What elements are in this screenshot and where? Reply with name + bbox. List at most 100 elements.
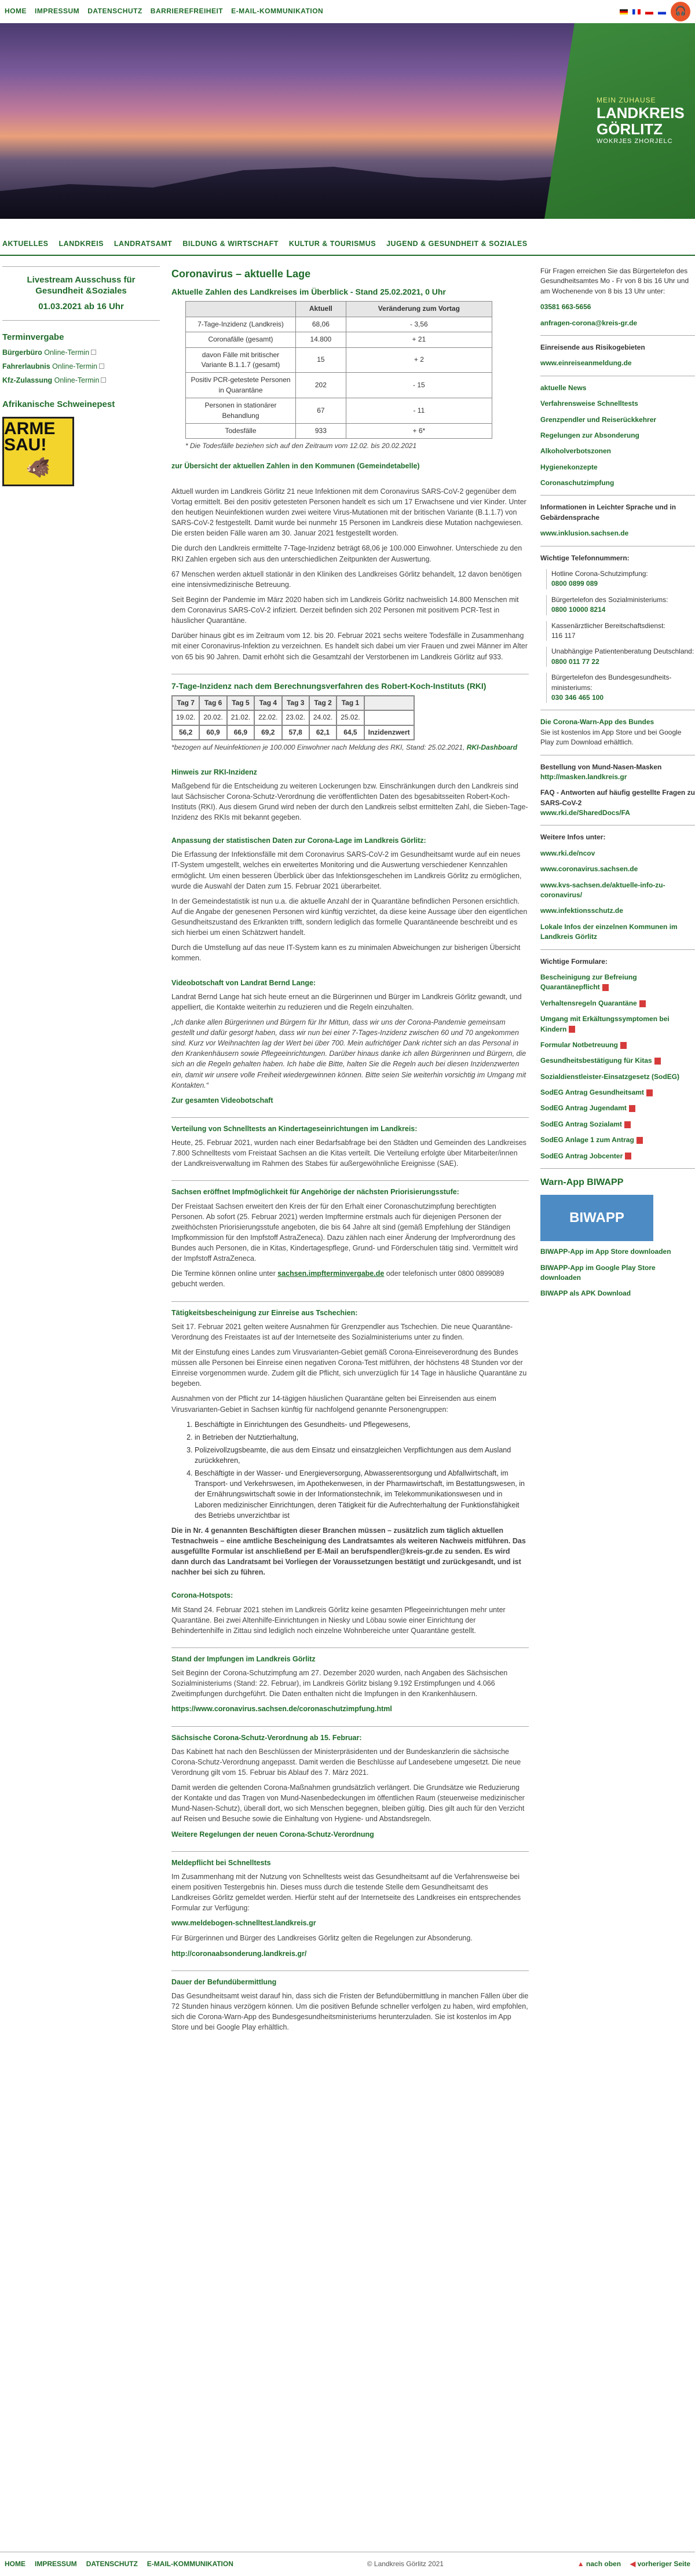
flag-pl-icon[interactable] [645,9,653,14]
hotline-text: Für Fragen erreichen Sie das Bürgertelef… [540,267,689,295]
link-coronavirus-sachsen[interactable]: www.coronavirus.sachsen.de [540,864,695,874]
para: Seit Beginn der Corona-Schutzimpfung am … [171,1669,508,1698]
termin-buergerbuero[interactable]: Bürgerbüro Online-Termin [2,347,160,358]
para: Aktuell wurden im Landkreis Görlitz 21 n… [171,487,526,538]
phone-number[interactable]: 03581 663-5656 [540,303,591,311]
statistik-heading: Anpassung der statistischen Daten zur Co… [171,836,426,845]
link-kvs[interactable]: www.kvs-sachsen.de/aktuelle-info-zu-coro… [540,880,695,901]
para: 67 Menschen werden aktuell stationär in … [171,570,522,589]
livestream-box[interactable]: Livestream Ausschuss für Gesundheit &Soz… [2,266,160,321]
link-news[interactable]: aktuelle News [540,383,695,393]
pdf-icon [624,1121,631,1128]
flag-cz-icon[interactable] [658,9,666,14]
flag-de-icon[interactable] [620,9,628,14]
video-link[interactable]: Zur gesamten Videobotschaft [171,1096,273,1104]
biwapp-logo[interactable]: BIWAPP [540,1195,653,1242]
nav-landkreis[interactable]: LANDKREIS [59,238,104,249]
link-rki[interactable]: www.rki.de/ncov [540,849,695,858]
form-link[interactable]: Formular Notbetreuung [540,1040,695,1050]
form-link[interactable]: SodEG Antrag Sozialamt [540,1120,695,1129]
schweinepest-section: Afrikanische Schweinepest ARME SAU! 🐗 [2,398,160,487]
nav-kultur[interactable]: KULTUR & TOURISMUS [289,238,376,249]
para: Mit der Einstufung eines Landes zum Viru… [171,1348,527,1388]
link-absonderung[interactable]: Regelungen zur Absonderung [540,431,695,441]
meldebogen-link[interactable]: www.meldebogen-schnelltest.landkreis.gr [171,1919,316,1927]
right-sidebar: Für Fragen erreichen Sie das Bürgertelef… [529,266,695,2037]
headphones-icon[interactable]: 🎧 [671,2,690,21]
form-link[interactable]: SodEG Antrag Jobcenter [540,1151,695,1161]
link-infektionsschutz[interactable]: www.infektionsschutz.de [540,906,695,916]
leichte-sprache-title: Informationen in Leichter Sprache und in… [540,503,676,522]
link-hygiene[interactable]: Hygienekonzepte [540,463,695,472]
form-link[interactable]: SodEG Anlage 1 zum Antrag [540,1135,695,1145]
form-link[interactable]: Bescheinigung zur Befreiung Quarantänepf… [540,973,695,993]
faq-title: FAQ - Antworten auf häufig gestellte Fra… [540,788,695,807]
back-link[interactable]: ◀ vorheriger Seite [630,2559,690,2569]
footer-link-impressum[interactable]: IMPRESSUM [35,2559,77,2569]
email-link[interactable]: anfragen-corona@kreis-gr.de [540,319,637,327]
rki-dashboard-link[interactable]: RKI-Dashboard [467,743,517,751]
top-link-barrierefreiheit[interactable]: BARRIEREFREIHEIT [151,6,223,16]
to-top-link[interactable]: ▲ nach oben [577,2559,621,2569]
form-link[interactable]: Gesundheitsbestätigung für Kitas [540,1056,695,1066]
flag-en-icon[interactable] [632,9,641,14]
verordnung-link[interactable]: Weitere Regelungen der neuen Corona-Schu… [171,1830,374,1839]
masken-link[interactable]: http://masken.landkreis.gr [540,773,627,781]
impfstand-heading: Stand der Impfungen im Landkreis Görlitz [171,1654,316,1663]
top-link-home[interactable]: HOME [5,6,27,16]
main-content: Coronavirus – aktuelle Lage Aktuelle Zah… [162,266,529,2037]
top-link-impressum[interactable]: IMPRESSUM [35,6,79,16]
footer-link-datenschutz[interactable]: DATENSCHUTZ [86,2559,138,2569]
absonderung-link[interactable]: http://coronaabsonderung.landkreis.gr/ [171,1950,306,1958]
top-link-email[interactable]: E-MAIL-KOMMUNIKATION [231,6,323,16]
form-link[interactable]: SodEG Antrag Gesundheitsamt [540,1088,695,1098]
form-link[interactable]: SodEG Antrag Jugendamt [540,1103,695,1113]
termin-fahrerlaubnis[interactable]: Fahrerlaubnis Online-Termin [2,361,160,372]
gemeindetabelle-link[interactable]: zur Übersicht der aktuellen Zahlen in de… [171,462,420,470]
form-link[interactable]: Umgang mit Erkältungssymptomen bei Kinde… [540,1014,695,1034]
schnelltest-heading: Verteilung von Schnelltests an Kindertag… [171,1124,418,1133]
livestream-title[interactable]: Livestream Ausschuss für Gesundheit &Soz… [2,275,160,297]
link-grenzpendler[interactable]: Grenzpendler und Reiserückkehrer [540,415,695,425]
pdf-icon [625,1153,632,1160]
biwapp-apk-link[interactable]: BIWAPP als APK Download [540,1289,695,1298]
nav-landratsamt[interactable]: LANDRATSAMT [114,238,172,249]
list-item: Kassenärztlicher Bereitschaftsdienst: 116… [546,621,695,641]
link-alkohol[interactable]: Alkoholverbotszonen [540,446,695,456]
pdf-icon [636,1137,643,1144]
footer-link-home[interactable]: HOME [5,2559,25,2569]
rki-heading: 7-Tage-Inzidenz nach dem Berechnungsverf… [171,681,487,691]
nav-aktuelles[interactable]: AKTUELLES [2,238,49,249]
form-link[interactable]: Verhaltensregeln Quarantäne [540,999,695,1008]
warnapp-title[interactable]: Die Corona-Warn-App des Bundes [540,718,654,726]
inklusion-link[interactable]: www.inklusion.sachsen.de [540,529,628,537]
nav-jugend[interactable]: JUGEND & GESUNDHEIT & SOZIALES [386,238,528,249]
pdf-icon [569,1026,576,1033]
para: Seit Beginn der Pandemie im März 2020 ha… [171,595,519,625]
termin-kfz[interactable]: Kfz-Zulassung Online-Termin [2,375,160,386]
para: Ausnahmen von der Pflicht zur 14-tägigen… [171,1395,496,1414]
para: Maßgebend für die Entscheidung zu weiter… [171,781,528,822]
personengruppen-list: Beschäftigte in Einrichtungen des Gesund… [195,1419,529,1521]
link-kommunen[interactable]: Lokale Infos der einzelnen Kommunen im L… [540,922,695,942]
einreise-link[interactable]: www.einreiseanmeldung.de [540,359,632,367]
biwapp-appstore-link[interactable]: BIWAPP-App im App Store downloaden [540,1247,695,1257]
impftermin-link[interactable]: sachsen.impfterminvergabe.de [277,1269,384,1278]
weitere-title: Weitere Infos unter: [540,833,606,842]
impfung-link[interactable]: https://www.coronavirus.sachsen.de/coron… [171,1705,392,1713]
brand-name-1: LANDKREIS [597,104,685,122]
link-schnelltests[interactable]: Verfahrensweise Schnelltests [540,399,695,409]
arme-sau-sign[interactable]: ARME SAU! 🐗 [2,417,74,487]
form-link[interactable]: Sozialdienstleister-Einsatzgesetz (SodEG… [540,1072,695,1082]
para: In der Gemeindestatistik ist nun u.a. di… [171,897,528,937]
faq-link[interactable]: www.rki.de/SharedDocs/FA [540,809,630,817]
top-link-datenschutz[interactable]: DATENSCHUTZ [87,6,142,16]
footer-link-email[interactable]: E-MAIL-KOMMUNIKATION [147,2559,233,2569]
biwapp-playstore-link[interactable]: BIWAPP-App im Google Play Store download… [540,1263,695,1283]
copyright: © Landkreis Görlitz 2021 [367,2559,444,2568]
nav-bildung[interactable]: BILDUNG & WIRTSCHAFT [182,238,279,249]
brand-logo[interactable]: 👣 MEIN ZUHAUSE LANDKREIS GÖRLITZ WOKRJES… [544,23,695,219]
formulare-title: Wichtige Formulare: [540,957,608,966]
link-impfung[interactable]: Coronaschutzimpfung [540,478,695,488]
list-item: Bürgertelefon des Sozialministeriums: 080… [546,595,695,615]
